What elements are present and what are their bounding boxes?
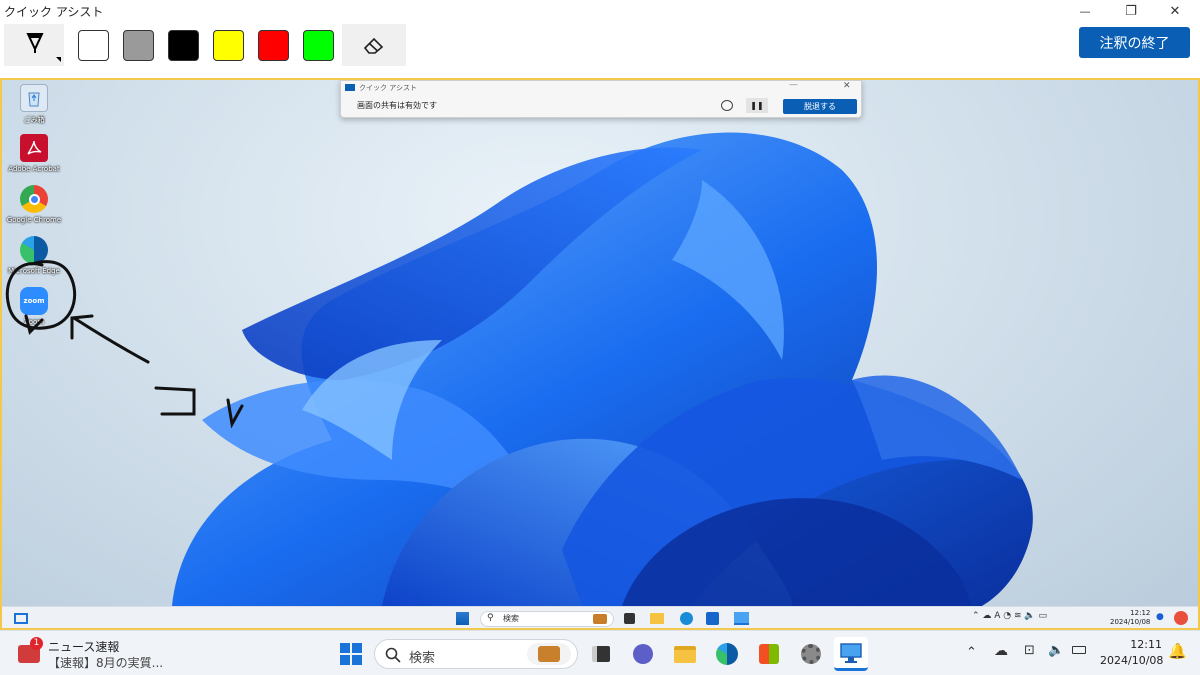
store-icon (759, 644, 779, 664)
pen-tool-button[interactable] (4, 24, 64, 66)
color-yellow-swatch[interactable] (213, 30, 244, 61)
leave-button[interactable]: 脱退する (783, 99, 857, 114)
annotate-icon[interactable] (721, 100, 733, 111)
close-icon: ✕ (1169, 3, 1181, 19)
restore-icon: ❐ (1125, 3, 1137, 19)
remote-date: 2024/10/08 (1110, 618, 1151, 626)
news-widget[interactable]: 1 ニュース速報 【速報】8月の実質... (18, 637, 198, 671)
taskbar: 1 ニュース速報 【速報】8月の実質... 検索 ⌃ ☁ ⊡ 🔈 12:11 2… (0, 630, 1200, 675)
gear-icon (801, 644, 821, 664)
taskbar-settings[interactable] (796, 639, 826, 669)
remote-quick-assist-taskbar-icon[interactable] (734, 612, 749, 625)
network-icon[interactable]: ⊡ (1024, 643, 1035, 658)
onedrive-icon[interactable]: ☁ (994, 643, 1008, 659)
taskbar-explorer[interactable] (670, 639, 700, 669)
remote-explorer-icon[interactable] (650, 613, 664, 624)
news-title: ニュース速報 (48, 640, 120, 654)
search-box[interactable]: 検索 (374, 639, 578, 669)
color-gray-swatch[interactable] (123, 30, 154, 61)
remote-screen[interactable]: ごみ箱 Adobe Acrobat Google Chrome Microsof… (0, 78, 1200, 630)
color-red-swatch[interactable] (258, 30, 289, 61)
taskbar-edge[interactable] (712, 639, 742, 669)
ink-annotation-kore (154, 386, 244, 429)
eraser-icon (363, 37, 384, 54)
remote-time: 12:12 (1130, 609, 1151, 617)
remote-quick-assist-bar: クイック アシスト — ✕ 画面の共有は有効です ❚❚ 脱退する (340, 80, 862, 118)
remote-taskview-icon[interactable] (624, 613, 635, 624)
briefcase-icon (538, 646, 560, 662)
quick-assist-icon (840, 642, 862, 663)
remote-avatar[interactable] (1174, 611, 1188, 625)
minimize-button[interactable]: — (1062, 0, 1108, 22)
end-annotation-button[interactable]: 注釈の終了 (1079, 27, 1190, 58)
clock-time: 12:11 (1130, 638, 1162, 651)
edge-icon (716, 643, 738, 665)
color-black-swatch[interactable] (168, 30, 199, 61)
pen-icon (26, 33, 61, 62)
quick-assist-icon (345, 84, 355, 91)
remote-edge-icon[interactable] (680, 612, 693, 625)
color-green-swatch[interactable] (303, 30, 334, 61)
taskbar-quick-assist[interactable] (834, 637, 868, 671)
remote-quick-assist-title: クイック アシスト (359, 84, 417, 92)
minimize-icon: — (1079, 4, 1091, 18)
windows-start-icon (340, 643, 362, 665)
pause-button[interactable]: ❚❚ (746, 98, 768, 113)
eraser-button[interactable] (342, 24, 406, 66)
briefcase-icon (593, 614, 607, 624)
battery-icon[interactable] (1072, 646, 1086, 654)
folder-icon (674, 645, 696, 663)
search-placeholder: 検索 (409, 651, 436, 666)
remote-widgets-icon[interactable] (14, 613, 28, 624)
task-view-icon (592, 646, 610, 662)
remote-tray-icons[interactable]: ⌃ ☁ A ◔ ≋ 🔈 ▭ (972, 611, 1047, 621)
annotation-toolbar: 注釈の終了 (0, 22, 1200, 78)
title-bar: クイック アシスト — ❐ ✕ (0, 0, 1200, 22)
remote-minimize-icon[interactable]: — (789, 80, 798, 90)
remote-search-box[interactable]: 検索 ⚲ (480, 611, 614, 627)
restore-button[interactable]: ❐ (1108, 0, 1154, 22)
remote-search-placeholder: 検索 (503, 614, 519, 623)
taskbar-store[interactable] (754, 639, 784, 669)
news-headline: 【速報】8月の実質... (48, 656, 164, 670)
volume-icon[interactable]: 🔈 (1048, 643, 1064, 658)
chat-icon (633, 644, 653, 664)
remote-start-icon[interactable] (456, 612, 469, 625)
share-status-text: 画面の共有は有効です (357, 101, 437, 110)
search-icon: ⚲ (487, 613, 494, 623)
window-title: クイック アシスト (4, 5, 104, 19)
search-icon (385, 647, 401, 663)
news-badge: 1 (30, 637, 43, 650)
remote-clock[interactable]: 12:12 2024/10/08 (1110, 609, 1150, 627)
remote-close-icon[interactable]: ✕ (843, 81, 851, 91)
remote-taskbar: 検索 ⚲ ⌃ ☁ A ◔ ≋ 🔈 ▭ 12:12 2024/10/08 ● (2, 606, 1198, 628)
taskbar-chat[interactable] (628, 639, 658, 669)
clock[interactable]: 12:11 2024/10/08 (1100, 637, 1164, 669)
search-highlight (527, 643, 571, 665)
start-button[interactable] (336, 639, 366, 669)
color-white-swatch[interactable] (78, 30, 109, 61)
clock-date: 2024/10/08 (1100, 654, 1164, 667)
close-button[interactable]: ✕ (1152, 0, 1198, 22)
show-hidden-icons-chevron-icon[interactable]: ⌃ (966, 645, 977, 660)
notification-bell-icon[interactable]: 🔔 (1168, 642, 1187, 660)
remote-store-icon[interactable] (706, 612, 719, 625)
taskbar-taskview[interactable] (586, 639, 616, 669)
remote-notification-icon[interactable]: ● (1156, 612, 1164, 622)
